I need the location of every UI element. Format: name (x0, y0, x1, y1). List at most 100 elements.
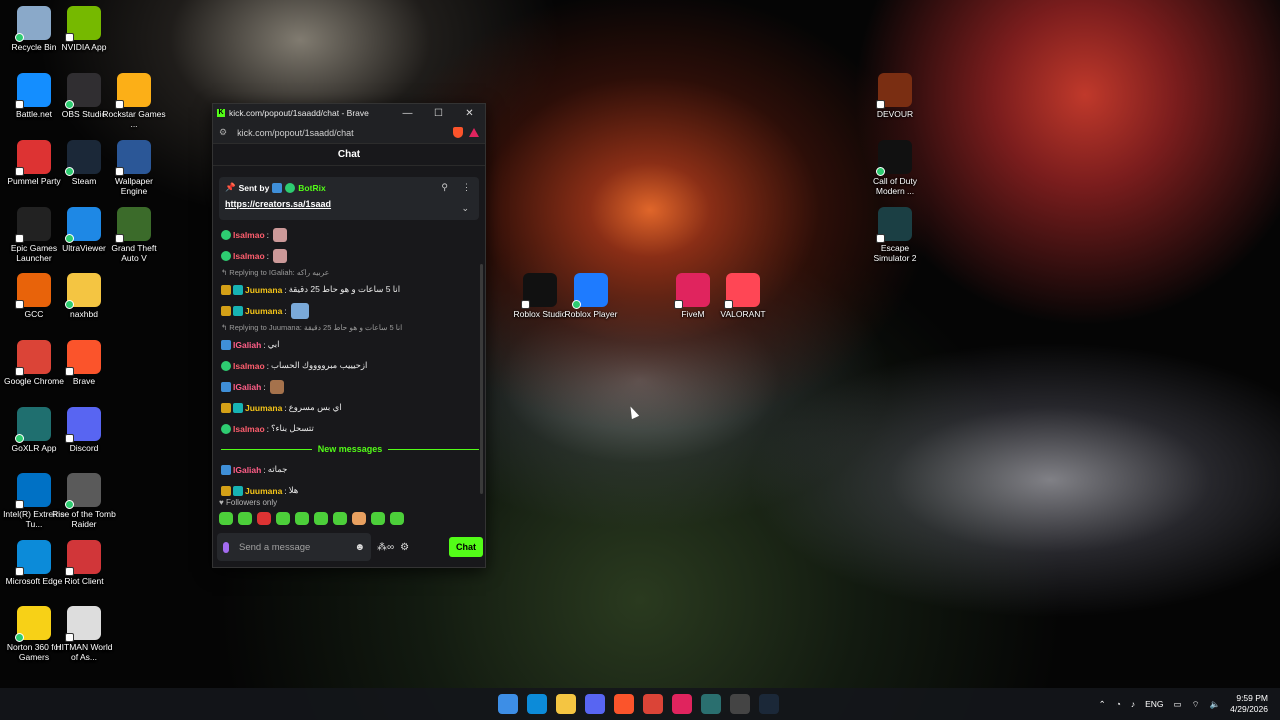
desktop-icon-label: VALORANT (720, 309, 766, 319)
pinned-link[interactable]: https://creators.sa/1saad (225, 199, 473, 209)
chat-username[interactable]: Isalmao (233, 230, 265, 240)
steam-icon[interactable] (759, 694, 779, 714)
cod-icon (876, 140, 912, 176)
unpin-icon[interactable]: ⚲ (441, 182, 448, 193)
chat-input-placeholder[interactable]: Send a message (239, 542, 310, 553)
discord-icon (65, 407, 101, 443)
chat-message[interactable]: Isalmao: ازحيييب مبرووووك الحساب (221, 355, 479, 376)
fivem-icon[interactable] (672, 694, 692, 714)
shortcut-overlay-icon (15, 33, 24, 42)
language-indicator[interactable]: ENG (1145, 699, 1163, 709)
mic-icon[interactable] (223, 541, 229, 553)
pinned-user[interactable]: BotRix (298, 183, 325, 193)
desktop-icon[interactable]: Rockstar Games ... (102, 73, 166, 129)
emote-button[interactable] (333, 512, 347, 525)
chat-message[interactable]: IGaliah: (221, 376, 479, 397)
desktop-icon[interactable]: Discord (52, 407, 116, 453)
brave-shields-icon[interactable] (453, 127, 463, 138)
roblox-studio-icon (521, 273, 557, 309)
chat-message[interactable]: Juumana: اي بس مسروع (221, 397, 479, 418)
chevron-down-icon[interactable]: ⌄ (461, 203, 469, 214)
close-button[interactable]: ✕ (454, 108, 485, 119)
clock-date: 4/29/2026 (1230, 704, 1268, 714)
emoji-picker-icon[interactable]: ☻ (354, 542, 365, 553)
reply-context[interactable]: ↰ Replying to Juumana: انا 5 ساعات و هو ح… (221, 321, 479, 334)
chat-message[interactable]: Isalmao: تتسحل بناء؟ (221, 418, 479, 439)
desktop-icon[interactable]: DEVOUR (863, 73, 927, 119)
desktop-icon[interactable]: Riot Client (52, 540, 116, 586)
emote-button[interactable] (371, 512, 385, 525)
edge-icon[interactable] (527, 694, 547, 714)
emote-button[interactable] (390, 512, 404, 525)
obs-icon[interactable] (730, 694, 750, 714)
desktop-icon[interactable]: Grand Theft Auto V (102, 207, 166, 263)
green-badge-icon (221, 360, 231, 371)
emote-button[interactable] (314, 512, 328, 525)
brave-icon[interactable] (614, 694, 634, 714)
chat-input[interactable]: Send a message ☻ (217, 533, 371, 561)
maximize-button[interactable]: ☐ (423, 108, 454, 119)
brave-rewards-icon[interactable] (469, 128, 479, 137)
wifi-icon[interactable]: ⌔ (1192, 699, 1200, 710)
url-text[interactable]: kick.com/popout/1saadd/chat (237, 128, 354, 138)
desktop-icon[interactable]: Brave (52, 340, 116, 386)
chat-message[interactable]: Juumana: (221, 300, 479, 321)
chat-settings-icon[interactable]: ⚙ (400, 542, 409, 553)
desktop-icon-label: Call of Duty Modern ... (873, 176, 917, 196)
mic-tray-icon[interactable]: ♪ (1131, 699, 1135, 709)
clock[interactable]: 9:59 PM 4/29/2026 (1230, 693, 1268, 715)
emote-button[interactable] (257, 512, 271, 525)
pinned-message[interactable]: 📌 Sent by BotRix https://creators.sa/1sa… (219, 177, 479, 220)
chat-username[interactable]: Isalmao (233, 361, 265, 371)
shortcut-overlay-icon (876, 167, 885, 176)
more-options-icon[interactable]: ⋮ (462, 182, 471, 193)
chat-username[interactable]: Isalmao (233, 424, 265, 434)
desktop-icon[interactable]: VALORANT (711, 273, 775, 319)
kick-points-icon[interactable]: ⁂∞ (377, 542, 394, 553)
chat-username[interactable]: IGaliah (233, 465, 261, 475)
address-bar[interactable]: ⚙ kick.com/popout/1saadd/chat (213, 122, 485, 144)
emote-button[interactable] (219, 512, 233, 525)
desktop-icon[interactable]: Rise of the Tomb Raider (52, 473, 116, 529)
desktop-icon[interactable]: Wallpaper Engine (102, 140, 166, 196)
display-icon[interactable]: ▭ (1174, 699, 1182, 710)
chat-message[interactable]: Juumana: انا 5 ساعات و هو حاط 25 دقيقة (221, 279, 479, 300)
emote-button[interactable] (295, 512, 309, 525)
quick-emotes-bar (219, 512, 404, 525)
chat-username[interactable]: Juumana (245, 306, 282, 316)
minimize-button[interactable]: — (392, 108, 423, 119)
send-chat-button[interactable]: Chat (449, 537, 483, 557)
desktop-icon[interactable]: naxhbd (52, 273, 116, 319)
desktop-icon[interactable]: Call of Duty Modern ... (863, 140, 927, 196)
site-settings-icon[interactable]: ⚙ (219, 127, 227, 138)
chat-username[interactable]: Juumana (245, 403, 282, 413)
volume-icon[interactable]: 🔈 (1210, 699, 1221, 710)
chat-message[interactable]: IGaliah: ابي (221, 334, 479, 355)
tray-overflow-icon[interactable]: ⌃ (1099, 699, 1106, 710)
chrome-icon[interactable] (643, 694, 663, 714)
windows-start-icon[interactable] (498, 694, 518, 714)
file-explorer-icon[interactable] (556, 694, 576, 714)
network-icon[interactable]: ◔ (1116, 699, 1121, 709)
desktop-icon[interactable]: Escape Simulator 2 (863, 207, 927, 263)
chat-message[interactable]: Isalmao: (221, 245, 479, 266)
chat-message-text: ابي (267, 339, 280, 349)
discord-icon[interactable] (585, 694, 605, 714)
chat-username[interactable]: IGaliah (233, 382, 261, 392)
goxlr-icon[interactable] (701, 694, 721, 714)
emote-button[interactable] (276, 512, 290, 525)
chat-message[interactable]: IGaliah: جماته (221, 459, 479, 480)
emote-button[interactable] (238, 512, 252, 525)
chat-username[interactable]: Isalmao (233, 251, 265, 261)
chat-username[interactable]: Juumana (245, 285, 282, 295)
desktop-icon[interactable]: NVIDIA App (52, 6, 116, 52)
chat-message[interactable]: Isalmao: (221, 224, 479, 245)
reply-context[interactable]: ↰ Replying to IGaliah: عربيه راكه (221, 266, 479, 279)
desktop-icon[interactable]: Roblox Player (559, 273, 623, 319)
emote-button[interactable] (352, 512, 366, 525)
chat-scrollbar[interactable] (480, 264, 483, 494)
chat-username[interactable]: Juumana (245, 486, 282, 496)
desktop-icon[interactable]: HITMAN World of As... (52, 606, 116, 662)
chat-username[interactable]: IGaliah (233, 340, 261, 350)
battlenet-icon (15, 73, 51, 109)
